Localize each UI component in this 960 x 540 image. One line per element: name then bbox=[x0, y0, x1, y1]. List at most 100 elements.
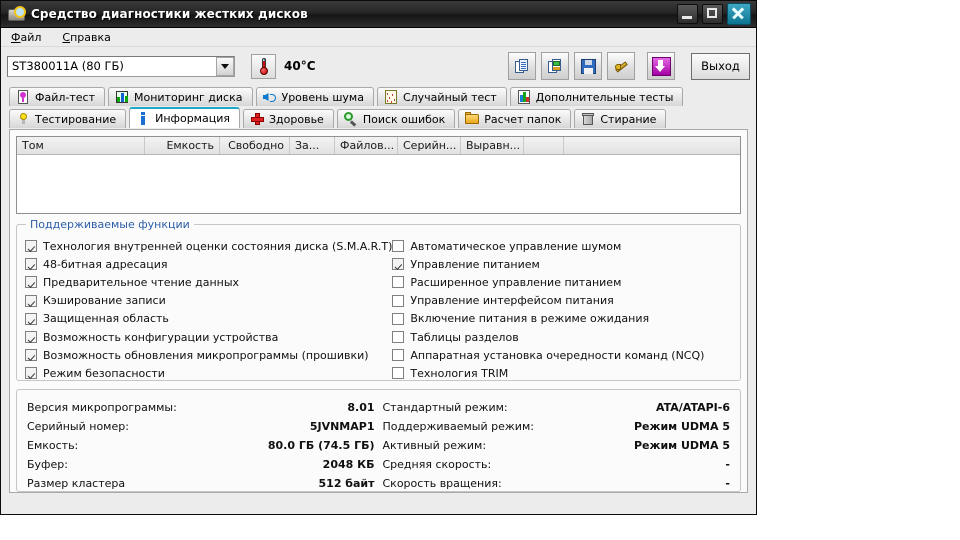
detail-rotation-speed-label: Скорость вращения: bbox=[382, 477, 502, 490]
feature-write-cache[interactable]: Кэширование записи bbox=[25, 292, 392, 310]
column-header-volume[interactable]: Том bbox=[17, 137, 145, 154]
features-left-column: Технология внутренней оценки состояния д… bbox=[25, 237, 392, 383]
feature-advanced-power[interactable]: Расширенное управление питанием bbox=[392, 273, 732, 291]
temperature-button[interactable] bbox=[251, 53, 276, 79]
feature-firmware-update[interactable]: Возможность обновления микропрограммы (п… bbox=[25, 346, 392, 364]
volume-list: Том Емкость Свободно За... Файлов... Сер… bbox=[16, 136, 741, 214]
tab-random-test[interactable]: Случайный тест bbox=[376, 87, 507, 106]
tab-information-label: Информация bbox=[155, 112, 230, 125]
checkbox-icon[interactable] bbox=[392, 349, 405, 362]
detail-cluster-size: Размер кластера 512 байт bbox=[27, 474, 375, 493]
feature-power-up-standby[interactable]: Включение питания в режиме ожидания bbox=[392, 310, 732, 328]
details-right-column: Стандартный режим: ATA/ATAPI-6 Поддержив… bbox=[375, 398, 731, 490]
tab-folder-calc[interactable]: Расчет папок bbox=[458, 109, 572, 128]
detail-cluster-size-label: Размер кластера bbox=[27, 477, 126, 490]
checkbox-icon[interactable] bbox=[25, 331, 37, 344]
feature-device-config[interactable]: Возможность конфигурации устройства bbox=[25, 328, 392, 346]
checkbox-icon[interactable] bbox=[25, 240, 37, 253]
feature-host-protected-area-label: Защищенная область bbox=[43, 312, 169, 326]
menu-item-file[interactable]: Файл bbox=[9, 30, 50, 45]
tab-noise-level[interactable]: Уровень шума bbox=[255, 87, 374, 106]
checkbox-icon[interactable] bbox=[392, 258, 405, 271]
detail-firmware-version: Версия микропрограммы: 8.01 bbox=[27, 398, 375, 417]
checkbox-icon[interactable] bbox=[392, 312, 405, 325]
feature-power-management[interactable]: Управление питанием bbox=[392, 255, 732, 273]
tab-file-test[interactable]: Файл-тест bbox=[9, 87, 105, 106]
checkbox-icon[interactable] bbox=[25, 276, 37, 289]
column-header-files[interactable]: Файлов... bbox=[335, 137, 398, 154]
checkbox-icon[interactable] bbox=[392, 367, 405, 380]
column-header-occupied[interactable]: За... bbox=[290, 137, 335, 154]
tab-health[interactable]: Здоровье bbox=[242, 109, 334, 128]
download-arrow-icon bbox=[651, 56, 671, 76]
feature-read-ahead-label: Предварительное чтение данных bbox=[43, 275, 240, 289]
checkbox-icon[interactable] bbox=[25, 349, 37, 362]
disk-monitor-icon bbox=[115, 90, 129, 104]
feature-host-protected-area[interactable]: Защищенная область bbox=[25, 310, 392, 328]
feature-trim[interactable]: Технология TRIM bbox=[392, 364, 732, 382]
feature-interface-power[interactable]: Управление интерфейсом питания bbox=[392, 292, 732, 310]
magnifier-icon bbox=[343, 112, 358, 127]
menu-item-file-rest: айл bbox=[20, 30, 42, 44]
checkbox-icon[interactable] bbox=[392, 331, 405, 344]
close-button[interactable] bbox=[727, 3, 751, 25]
feature-automatic-acoustic[interactable]: Автоматическое управление шумом bbox=[392, 237, 732, 255]
trash-icon bbox=[581, 112, 595, 126]
feature-security-mode-label: Режим безопасности bbox=[43, 366, 165, 380]
feature-smart[interactable]: Технология внутренней оценки состояния д… bbox=[25, 237, 392, 255]
column-header-serial[interactable]: Серийн... bbox=[398, 137, 461, 154]
chevron-down-icon[interactable] bbox=[216, 56, 234, 76]
save-button[interactable] bbox=[574, 52, 602, 80]
application-window: Средство диагностики жестких дисков Файл… bbox=[0, 0, 757, 515]
copy-report-button[interactable] bbox=[508, 52, 536, 80]
checkbox-icon[interactable] bbox=[25, 312, 37, 325]
detail-rotation-speed-value: - bbox=[725, 477, 730, 490]
detail-serial-number: Серийный номер: 5JVNMAP1 bbox=[27, 417, 375, 436]
checkbox-icon[interactable] bbox=[25, 367, 37, 380]
detail-firmware-version-value: 8.01 bbox=[347, 401, 375, 414]
tab-information[interactable]: Информация bbox=[129, 107, 240, 128]
feature-partition-tables-label: Таблицы разделов bbox=[410, 330, 519, 344]
tab-testing[interactable]: Тестирование bbox=[9, 109, 127, 128]
extra-tests-icon bbox=[517, 90, 531, 104]
checkbox-icon[interactable] bbox=[25, 294, 37, 307]
feature-partition-tables[interactable]: Таблицы разделов bbox=[392, 328, 732, 346]
volume-list-body[interactable] bbox=[17, 155, 740, 213]
drive-details-panel: Версия микропрограммы: 8.01 Серийный ном… bbox=[16, 389, 741, 492]
download-button[interactable] bbox=[647, 52, 675, 80]
detail-buffer-value: 2048 КБ bbox=[322, 458, 375, 471]
column-header-capacity[interactable]: Емкость bbox=[145, 137, 220, 154]
tab-disk-monitoring[interactable]: Мониторинг диска bbox=[108, 87, 253, 106]
exit-button[interactable]: Выход bbox=[691, 52, 750, 80]
checkbox-icon[interactable] bbox=[392, 276, 405, 289]
detail-standard-mode-label: Стандартный режим: bbox=[382, 401, 508, 414]
column-header-extra[interactable] bbox=[524, 137, 564, 154]
menu-item-help[interactable]: Справка bbox=[60, 30, 119, 45]
feature-advanced-power-label: Расширенное управление питанием bbox=[410, 275, 622, 289]
detail-capacity-label: Емкость: bbox=[27, 439, 79, 452]
tab-additional-tests[interactable]: Дополнительные тесты bbox=[509, 87, 684, 106]
random-test-icon bbox=[384, 90, 398, 104]
minimize-button[interactable] bbox=[677, 4, 698, 24]
tab-strip: Файл-тест Мониторинг диска Уровень шума … bbox=[1, 85, 756, 128]
tab-error-search-label: Поиск ошибок bbox=[362, 112, 446, 126]
settings-button[interactable] bbox=[607, 52, 635, 80]
window-controls bbox=[677, 3, 756, 25]
tab-erase[interactable]: Стирание bbox=[574, 109, 667, 128]
feature-48bit[interactable]: 48-битная адресация bbox=[25, 255, 392, 273]
tab-random-test-label: Случайный тест bbox=[402, 90, 497, 104]
column-header-alignment[interactable]: Выравн... bbox=[461, 137, 524, 154]
column-header-free[interactable]: Свободно bbox=[220, 137, 290, 154]
feature-smart-label: Технология внутренней оценки состояния д… bbox=[43, 239, 393, 253]
detail-serial-number-value: 5JVNMAP1 bbox=[309, 420, 375, 433]
checkbox-icon[interactable] bbox=[392, 240, 405, 253]
copy-image-button[interactable] bbox=[541, 52, 569, 80]
checkbox-icon[interactable] bbox=[25, 258, 37, 271]
feature-security-mode[interactable]: Режим безопасности bbox=[25, 364, 392, 382]
feature-read-ahead[interactable]: Предварительное чтение данных bbox=[25, 273, 392, 291]
tab-error-search[interactable]: Поиск ошибок bbox=[336, 109, 456, 128]
checkbox-icon[interactable] bbox=[392, 294, 405, 307]
feature-ncq[interactable]: Аппаратная установка очередности команд … bbox=[392, 346, 732, 364]
maximize-button[interactable] bbox=[702, 4, 723, 24]
drive-select[interactable]: ST380011A (80 ГБ) bbox=[7, 55, 235, 77]
